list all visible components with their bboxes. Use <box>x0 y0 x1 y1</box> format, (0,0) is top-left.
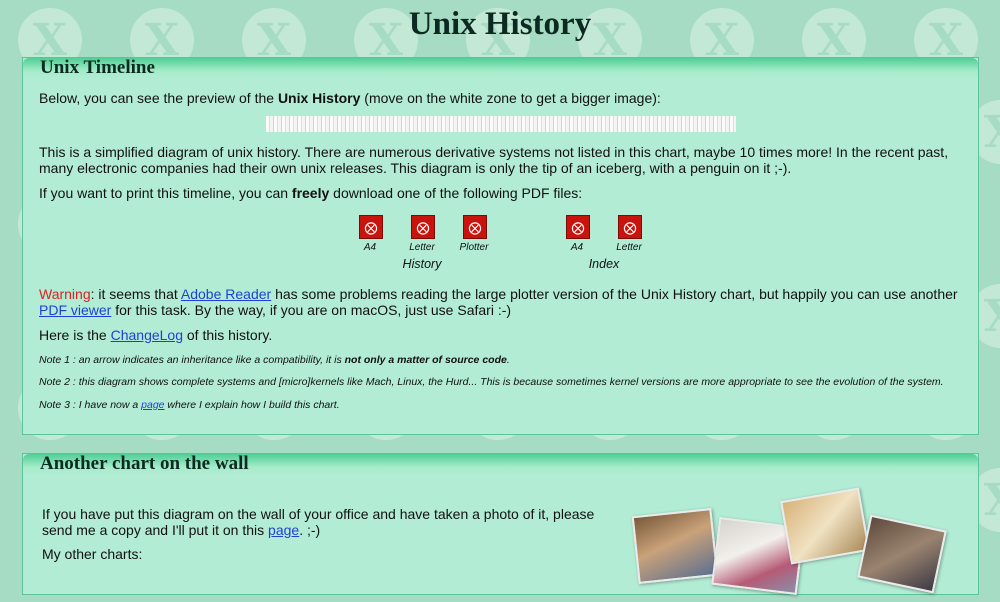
section-heading-wall: Another chart on the wall <box>40 453 249 474</box>
wall-photo[interactable] <box>857 514 947 594</box>
wall-photo[interactable] <box>631 508 719 584</box>
pdf-label-history-letter[interactable]: Letter <box>392 242 452 253</box>
pdf-viewer-link[interactable]: PDF viewer <box>39 302 111 318</box>
print-text-1: If you want to print this timeline, you … <box>39 185 292 201</box>
pdf-icon[interactable]: ⨂ <box>359 215 383 239</box>
pdf-label-history-plotter[interactable]: Plotter <box>444 242 504 253</box>
note3-text-1: Note 3 : I have now a <box>39 399 142 411</box>
print-text-2: download one of the following PDF files: <box>329 185 583 201</box>
changelog-link[interactable]: ChangeLog <box>111 327 183 343</box>
adobe-reader-link[interactable]: Adobe Reader <box>181 286 271 302</box>
pdf-label-history-a4[interactable]: A4 <box>340 242 400 253</box>
note1-text-2: . <box>506 354 510 366</box>
changelog-text-1: Here is the <box>39 327 111 343</box>
warning-paragraph: Warning: it seems that Adobe Reader has … <box>39 286 962 318</box>
timeline-preview-image[interactable] <box>266 116 736 132</box>
unix-timeline-panel: Unix Timeline Below, you can see the pre… <box>22 57 979 435</box>
simplified-paragraph: This is a simplified diagram of unix his… <box>39 144 949 176</box>
wall-paragraph: If you have put this diagram on the wall… <box>42 506 598 538</box>
wall-text-2: . ;-) <box>299 522 321 538</box>
note3-text-2: where I explain how I build this chart. <box>164 399 340 411</box>
warning-text-2: has some problems reading the large plot… <box>271 286 958 302</box>
warning-text-1: : it seems that <box>90 286 181 302</box>
pdf-icon[interactable]: ⨂ <box>618 215 642 239</box>
warning-label: Warning <box>39 286 91 302</box>
changelog-text-2: of this history. <box>183 327 273 343</box>
wall-photos[interactable] <box>631 487 955 602</box>
panel-header: Another chart on the wall <box>23 453 978 476</box>
note-2: Note 2 : this diagram shows complete sys… <box>39 376 944 388</box>
pdf-group-history: History <box>402 257 442 271</box>
wall-page-link[interactable]: page <box>268 522 299 538</box>
section-heading-timeline: Unix Timeline <box>40 57 155 78</box>
preview-text-1: Below, you can see the preview of the <box>39 90 278 106</box>
page-title: Unix History <box>408 6 592 42</box>
pdf-icon[interactable]: ⨂ <box>566 215 590 239</box>
panel-header: Unix Timeline <box>23 57 978 80</box>
preview-intro: Below, you can see the preview of the Un… <box>39 90 962 106</box>
print-paragraph: If you want to print this timeline, you … <box>39 185 962 201</box>
preview-text-2: (move on the white zone to get a bigger … <box>360 90 661 106</box>
pdf-label-index-letter[interactable]: Letter <box>599 242 659 253</box>
note-3: Note 3 : I have now a page where I expla… <box>39 399 962 412</box>
changelog-paragraph: Here is the ChangeLog of this history. <box>39 327 962 343</box>
chart-on-wall-panel: Another chart on the wall If you have pu… <box>22 453 979 595</box>
note1-text-1: Note 1 : an arrow indicates an inheritan… <box>39 354 345 366</box>
pdf-icon[interactable]: ⨂ <box>411 215 435 239</box>
warning-text-3: for this task. By the way, if you are on… <box>111 302 512 318</box>
wall-photo[interactable] <box>780 487 870 565</box>
pdf-icon[interactable]: ⨂ <box>463 215 487 239</box>
preview-text-bold: Unix History <box>277 90 361 106</box>
print-text-bold: freely <box>291 185 330 201</box>
note-1: Note 1 : an arrow indicates an inheritan… <box>39 354 962 367</box>
pdf-label-index-a4[interactable]: A4 <box>547 242 607 253</box>
note1-bold: not only a matter of source code <box>344 354 507 366</box>
build-page-link[interactable]: page <box>141 399 164 411</box>
pdf-group-index: Index <box>588 257 620 271</box>
